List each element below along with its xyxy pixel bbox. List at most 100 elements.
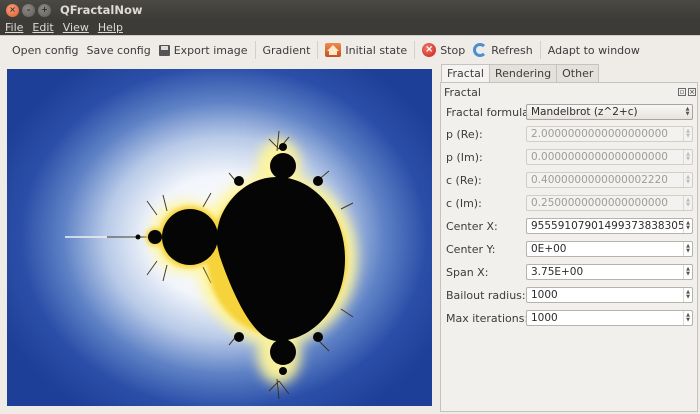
- toolbar-separator: [539, 41, 541, 59]
- spin-arrows-icon: ▲ ▼: [683, 173, 692, 187]
- toolbar-separator: [317, 41, 319, 59]
- tab-fractal[interactable]: Fractal: [441, 64, 490, 83]
- open-config-label: Open config: [12, 43, 79, 57]
- gradient-button[interactable]: Gradient: [259, 39, 315, 61]
- tab-other[interactable]: Other: [556, 64, 600, 82]
- max-iterations-label: Max iterations:: [446, 311, 529, 325]
- span-x-field[interactable]: 3.75E+00 ▲ ▼: [526, 264, 693, 280]
- home-icon: [325, 43, 342, 57]
- p-re-field[interactable]: 2.0000000000000000000 ▲ ▼: [526, 126, 693, 142]
- span-x-value: 3.75E+00: [531, 266, 584, 278]
- adapt-to-window-label: Adapt to window: [547, 43, 640, 57]
- menu-file[interactable]: File: [5, 21, 23, 34]
- toolbar-separator: [254, 41, 256, 59]
- p-re-value: 2.0000000000000000000: [531, 128, 668, 140]
- dock-header: Fractal ▫ ×: [444, 85, 696, 99]
- center-x-label: Center X:: [446, 219, 498, 233]
- mandelbrot-image: [65, 130, 357, 400]
- c-im-field[interactable]: 0.2500000000000000000 ▲ ▼: [526, 195, 693, 211]
- refresh-icon: [473, 43, 488, 57]
- p-re-row: p (Re): 2.0000000000000000000 ▲ ▼: [446, 126, 696, 142]
- floppy-disk-icon: [158, 44, 170, 56]
- spin-arrows-icon: ▲ ▼: [683, 127, 692, 141]
- refresh-button[interactable]: Refresh: [469, 39, 537, 61]
- center-x-field[interactable]: 9555910790149937383830547E-01 ▲▼: [526, 218, 693, 234]
- spin-arrows-icon: ▲ ▼: [683, 219, 692, 233]
- window-title: QFractalNow: [60, 3, 143, 17]
- formula-select[interactable]: Mandelbrot (z^2+c) ▲ ▼: [526, 104, 693, 120]
- bailout-row: Bailout radius: 1000 ▲ ▼: [446, 287, 696, 303]
- tab-rendering[interactable]: Rendering: [488, 64, 558, 82]
- fractal-viewport[interactable]: [7, 69, 432, 406]
- menu-bar: File Edit View Help: [0, 20, 700, 35]
- fractal-tab-content: Fractal ▫ × Fractal formula: Mandelbrot …: [440, 82, 698, 412]
- menu-help[interactable]: Help: [98, 21, 123, 34]
- window-controls: × – +: [6, 3, 51, 17]
- stop-icon: ×: [422, 43, 437, 57]
- title-bar: × – + QFractalNow: [0, 0, 700, 20]
- c-im-value: 0.2500000000000000000: [531, 197, 668, 209]
- p-im-row: p (Im): 0.0000000000000000000 ▲ ▼: [446, 149, 696, 165]
- settings-panel: Fractal Rendering Other Fractal ▫ × Frac…: [438, 63, 700, 414]
- toolbar: Open config Save config Export image Gra…: [0, 36, 700, 64]
- menu-view[interactable]: View: [63, 21, 89, 34]
- minimize-window-button[interactable]: –: [22, 3, 35, 17]
- bailout-label: Bailout radius:: [446, 288, 526, 302]
- main-window: Open config Save config Export image Gra…: [0, 35, 700, 414]
- p-re-label: p (Re):: [446, 127, 483, 141]
- p-im-label: p (Im):: [446, 150, 483, 164]
- menu-edit[interactable]: Edit: [32, 21, 53, 34]
- toolbar-separator: [414, 41, 416, 59]
- span-x-row: Span X: 3.75E+00 ▲ ▼: [446, 264, 696, 280]
- open-config-button[interactable]: Open config: [8, 39, 83, 61]
- stop-button[interactable]: × Stop: [418, 39, 469, 61]
- max-iterations-value: 1000: [531, 312, 558, 324]
- gradient-label: Gradient: [262, 43, 311, 57]
- c-re-field[interactable]: 0.4000000000000002220 ▲ ▼: [526, 172, 693, 188]
- close-window-button[interactable]: ×: [6, 3, 19, 17]
- center-y-value: 0E+00: [531, 243, 567, 255]
- c-im-label: c (Im):: [446, 196, 482, 210]
- center-x-row: Center X: 9555910790149937383830547E-01 …: [446, 218, 696, 234]
- save-config-button[interactable]: Save config: [83, 39, 155, 61]
- center-y-row: Center Y: 0E+00 ▲ ▼: [446, 241, 696, 257]
- close-dock-button[interactable]: ×: [688, 88, 696, 96]
- span-x-label: Span X:: [446, 265, 489, 279]
- center-x-value: 9555910790149937383830547E-01: [531, 220, 683, 232]
- maximize-window-button[interactable]: +: [38, 3, 51, 17]
- formula-value: Mandelbrot (z^2+c): [531, 106, 638, 118]
- formula-label: Fractal formula:: [446, 105, 533, 119]
- dock-buttons: ▫ ×: [678, 88, 696, 96]
- export-image-button[interactable]: Export image: [155, 39, 252, 61]
- adapt-to-window-button[interactable]: Adapt to window: [544, 39, 644, 61]
- initial-state-label: Initial state: [345, 43, 408, 57]
- stop-label: Stop: [440, 43, 466, 57]
- center-y-field[interactable]: 0E+00 ▲ ▼: [526, 241, 693, 257]
- spin-arrows-icon: ▲ ▼: [683, 311, 692, 325]
- p-im-value: 0.0000000000000000000: [531, 151, 668, 163]
- p-im-field[interactable]: 0.0000000000000000000 ▲ ▼: [526, 149, 693, 165]
- c-re-value: 0.4000000000000002220: [531, 174, 668, 186]
- center-y-label: Center Y:: [446, 242, 496, 256]
- spin-arrows-icon: ▲ ▼: [683, 150, 692, 164]
- select-arrows-icon: ▲ ▼: [685, 106, 690, 117]
- initial-state-button[interactable]: Initial state: [321, 39, 411, 61]
- c-re-label: c (Re):: [446, 173, 482, 187]
- save-config-label: Save config: [86, 43, 151, 57]
- dock-title: Fractal: [444, 85, 481, 99]
- c-re-row: c (Re): 0.4000000000000002220 ▲ ▼: [446, 172, 696, 188]
- max-iterations-field[interactable]: 1000 ▲ ▼: [526, 310, 693, 326]
- spin-arrows-icon: ▲ ▼: [683, 196, 692, 210]
- spin-arrows-icon: ▲ ▼: [683, 242, 692, 256]
- export-image-label: Export image: [173, 43, 248, 57]
- settings-tabs: Fractal Rendering Other: [441, 64, 600, 83]
- float-dock-button[interactable]: ▫: [678, 88, 686, 96]
- bailout-field[interactable]: 1000 ▲ ▼: [526, 287, 693, 303]
- max-iterations-row: Max iterations: 1000 ▲ ▼: [446, 310, 696, 326]
- bailout-value: 1000: [531, 289, 558, 301]
- formula-row: Fractal formula: Mandelbrot (z^2+c) ▲ ▼: [446, 104, 696, 120]
- spin-arrows-icon: ▲ ▼: [683, 265, 692, 279]
- spin-arrows-icon: ▲ ▼: [683, 288, 692, 302]
- refresh-label: Refresh: [491, 43, 533, 57]
- c-im-row: c (Im): 0.2500000000000000000 ▲ ▼: [446, 195, 696, 211]
